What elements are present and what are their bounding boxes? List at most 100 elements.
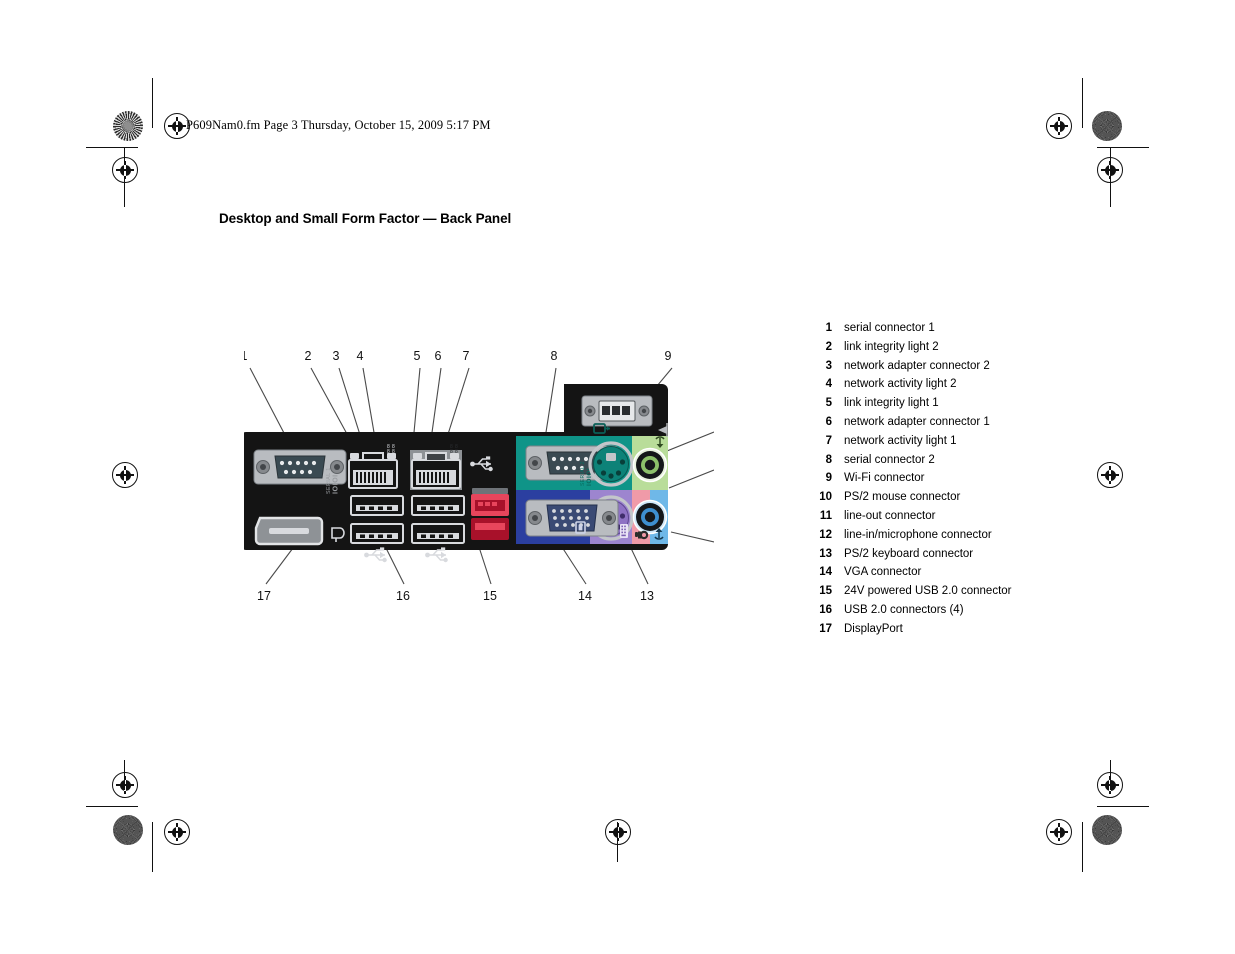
list-item: 17 DisplayPort bbox=[806, 623, 1046, 642]
list-item: 2 link integrity light 2 bbox=[806, 341, 1046, 360]
callout-16: 16 bbox=[396, 589, 410, 603]
callout-6: 6 bbox=[435, 349, 442, 363]
legend-number: 16 bbox=[819, 603, 832, 616]
callout-7: 7 bbox=[463, 349, 470, 363]
legend-label: network adapter connector 2 bbox=[844, 359, 990, 372]
link-integrity-light-1 bbox=[413, 453, 422, 459]
legend-number: 5 bbox=[825, 397, 832, 410]
network-adapter-connector-2: 88 88 bbox=[347, 444, 399, 490]
callout-1: 1 bbox=[244, 349, 248, 363]
list-item: 14 VGA connector bbox=[806, 566, 1046, 585]
displayport-connector bbox=[254, 516, 324, 546]
list-item: 8 serial connector 2 bbox=[806, 454, 1046, 473]
link-integrity-light-2 bbox=[350, 453, 359, 459]
registration-star-bottom-right bbox=[1092, 815, 1122, 845]
vga-connector bbox=[525, 499, 619, 537]
trim-rule-bottom-left bbox=[86, 806, 138, 808]
registration-target-right-mid bbox=[1097, 462, 1123, 488]
back-panel-diagram: SERIAL 1 IOIOI 88 88 8 8 8 8 SERIAL 2 IO… bbox=[244, 346, 714, 606]
callout-3: 3 bbox=[333, 349, 340, 363]
keyboard-icon bbox=[620, 524, 628, 538]
svg-text:8: 8 bbox=[392, 449, 395, 455]
trim-rule-bottom-right bbox=[1097, 806, 1149, 808]
legend-number: 6 bbox=[825, 415, 832, 428]
registration-target-left-upper bbox=[112, 157, 138, 183]
registration-star-bottom-left bbox=[113, 815, 143, 845]
list-item: 3 network adapter connector 2 bbox=[806, 360, 1046, 379]
legend-number: 4 bbox=[825, 378, 832, 391]
legend-number: 8 bbox=[825, 453, 832, 466]
legend-label: network adapter connector 1 bbox=[844, 415, 990, 428]
legend-number: 9 bbox=[825, 472, 832, 485]
legend-number: 2 bbox=[825, 340, 832, 353]
crop-mark-bottom-left bbox=[152, 822, 154, 872]
legend-number: 17 bbox=[819, 622, 832, 635]
callout-9: 9 bbox=[665, 349, 672, 363]
svg-text:IOIOI: IOIOI bbox=[331, 474, 340, 494]
wifi-connector bbox=[581, 395, 653, 427]
callout-8: 8 bbox=[551, 349, 558, 363]
legend-label: 24V powered USB 2.0 connector bbox=[844, 585, 1012, 598]
legend-number: 13 bbox=[819, 547, 832, 560]
legend-label: serial connector 1 bbox=[844, 322, 935, 334]
crop-line-left-lower bbox=[124, 760, 126, 790]
legend-number: 14 bbox=[819, 566, 832, 579]
callout-13: 13 bbox=[640, 589, 654, 603]
powered-usb-connector bbox=[471, 488, 509, 540]
legend-label: Wi-Fi connector bbox=[844, 472, 925, 485]
legend-label: PS/2 keyboard connector bbox=[844, 547, 974, 560]
list-item: 16 USB 2.0 connectors (4) bbox=[806, 604, 1046, 623]
list-item: 10 PS/2 mouse connector bbox=[806, 491, 1046, 510]
list-item: 4 network activity light 2 bbox=[806, 378, 1046, 397]
registration-target-bottom-right bbox=[1046, 819, 1072, 845]
legend-number: 12 bbox=[819, 528, 832, 541]
legend-label: line-out connector bbox=[844, 509, 936, 522]
registration-star-top-right bbox=[1092, 111, 1122, 141]
registration-target-top-right bbox=[1046, 113, 1072, 139]
trim-rule-top-right bbox=[1097, 147, 1149, 149]
callout-5: 5 bbox=[414, 349, 421, 363]
legend-number: 7 bbox=[825, 434, 832, 447]
page-title: Desktop and Small Form Factor — Back Pan… bbox=[219, 211, 512, 226]
list-item: 15 24V powered USB 2.0 connector bbox=[806, 585, 1046, 604]
legend-list: 1 serial connector 1 2 link integrity ligh… bbox=[806, 322, 1046, 642]
registration-star-top-left bbox=[113, 111, 143, 141]
legend-label: VGA connector bbox=[844, 566, 922, 579]
crop-mark-top-left bbox=[152, 78, 154, 128]
file-stamp: P609Nam0.fm Page 3 Thursday, October 15,… bbox=[186, 118, 491, 132]
list-item: 11 line-out connector bbox=[806, 510, 1046, 529]
svg-text:8: 8 bbox=[455, 449, 458, 455]
list-item: 5 link integrity light 1 bbox=[806, 397, 1046, 416]
list-item: 1 serial connector 1 bbox=[806, 322, 1046, 341]
line-out-connector bbox=[632, 447, 668, 483]
registration-target-left-mid bbox=[112, 462, 138, 488]
legend-number: 15 bbox=[819, 585, 832, 598]
crop-mark-top-right bbox=[1082, 78, 1084, 128]
crop-mark-bottom-center bbox=[617, 822, 619, 862]
list-item: 13 PS/2 keyboard connector bbox=[806, 548, 1046, 567]
legend-number: 10 bbox=[819, 491, 832, 504]
legend-label: line-in/microphone connector bbox=[844, 528, 992, 541]
callout-15: 15 bbox=[483, 589, 497, 603]
registration-target-bottom-left bbox=[164, 819, 190, 845]
legend-number: 11 bbox=[819, 509, 832, 522]
svg-text:8: 8 bbox=[450, 449, 453, 455]
legend-label: serial connector 2 bbox=[844, 453, 935, 466]
legend-number: 1 bbox=[825, 322, 832, 334]
trim-rule-top-left bbox=[86, 147, 138, 149]
legend-label: USB 2.0 connectors (4) bbox=[844, 603, 964, 616]
list-item: 9 Wi-Fi connector bbox=[806, 472, 1046, 491]
callout-2: 2 bbox=[305, 349, 312, 363]
legend-label: PS/2 mouse connector bbox=[844, 491, 961, 504]
line-in-microphone-connector bbox=[632, 499, 668, 535]
legend-label: network activity light 1 bbox=[844, 434, 957, 447]
list-item: 7 network activity light 1 bbox=[806, 435, 1046, 454]
ps2-mouse-connector bbox=[588, 441, 634, 487]
callout-4: 4 bbox=[357, 349, 364, 363]
callout-14: 14 bbox=[578, 589, 592, 603]
crop-line-right-upper bbox=[1110, 147, 1112, 207]
legend-label: network activity light 2 bbox=[844, 378, 957, 391]
crop-line-right-lower bbox=[1110, 760, 1112, 790]
legend-label: link integrity light 2 bbox=[844, 340, 939, 353]
crop-mark-bottom-right bbox=[1082, 822, 1084, 872]
